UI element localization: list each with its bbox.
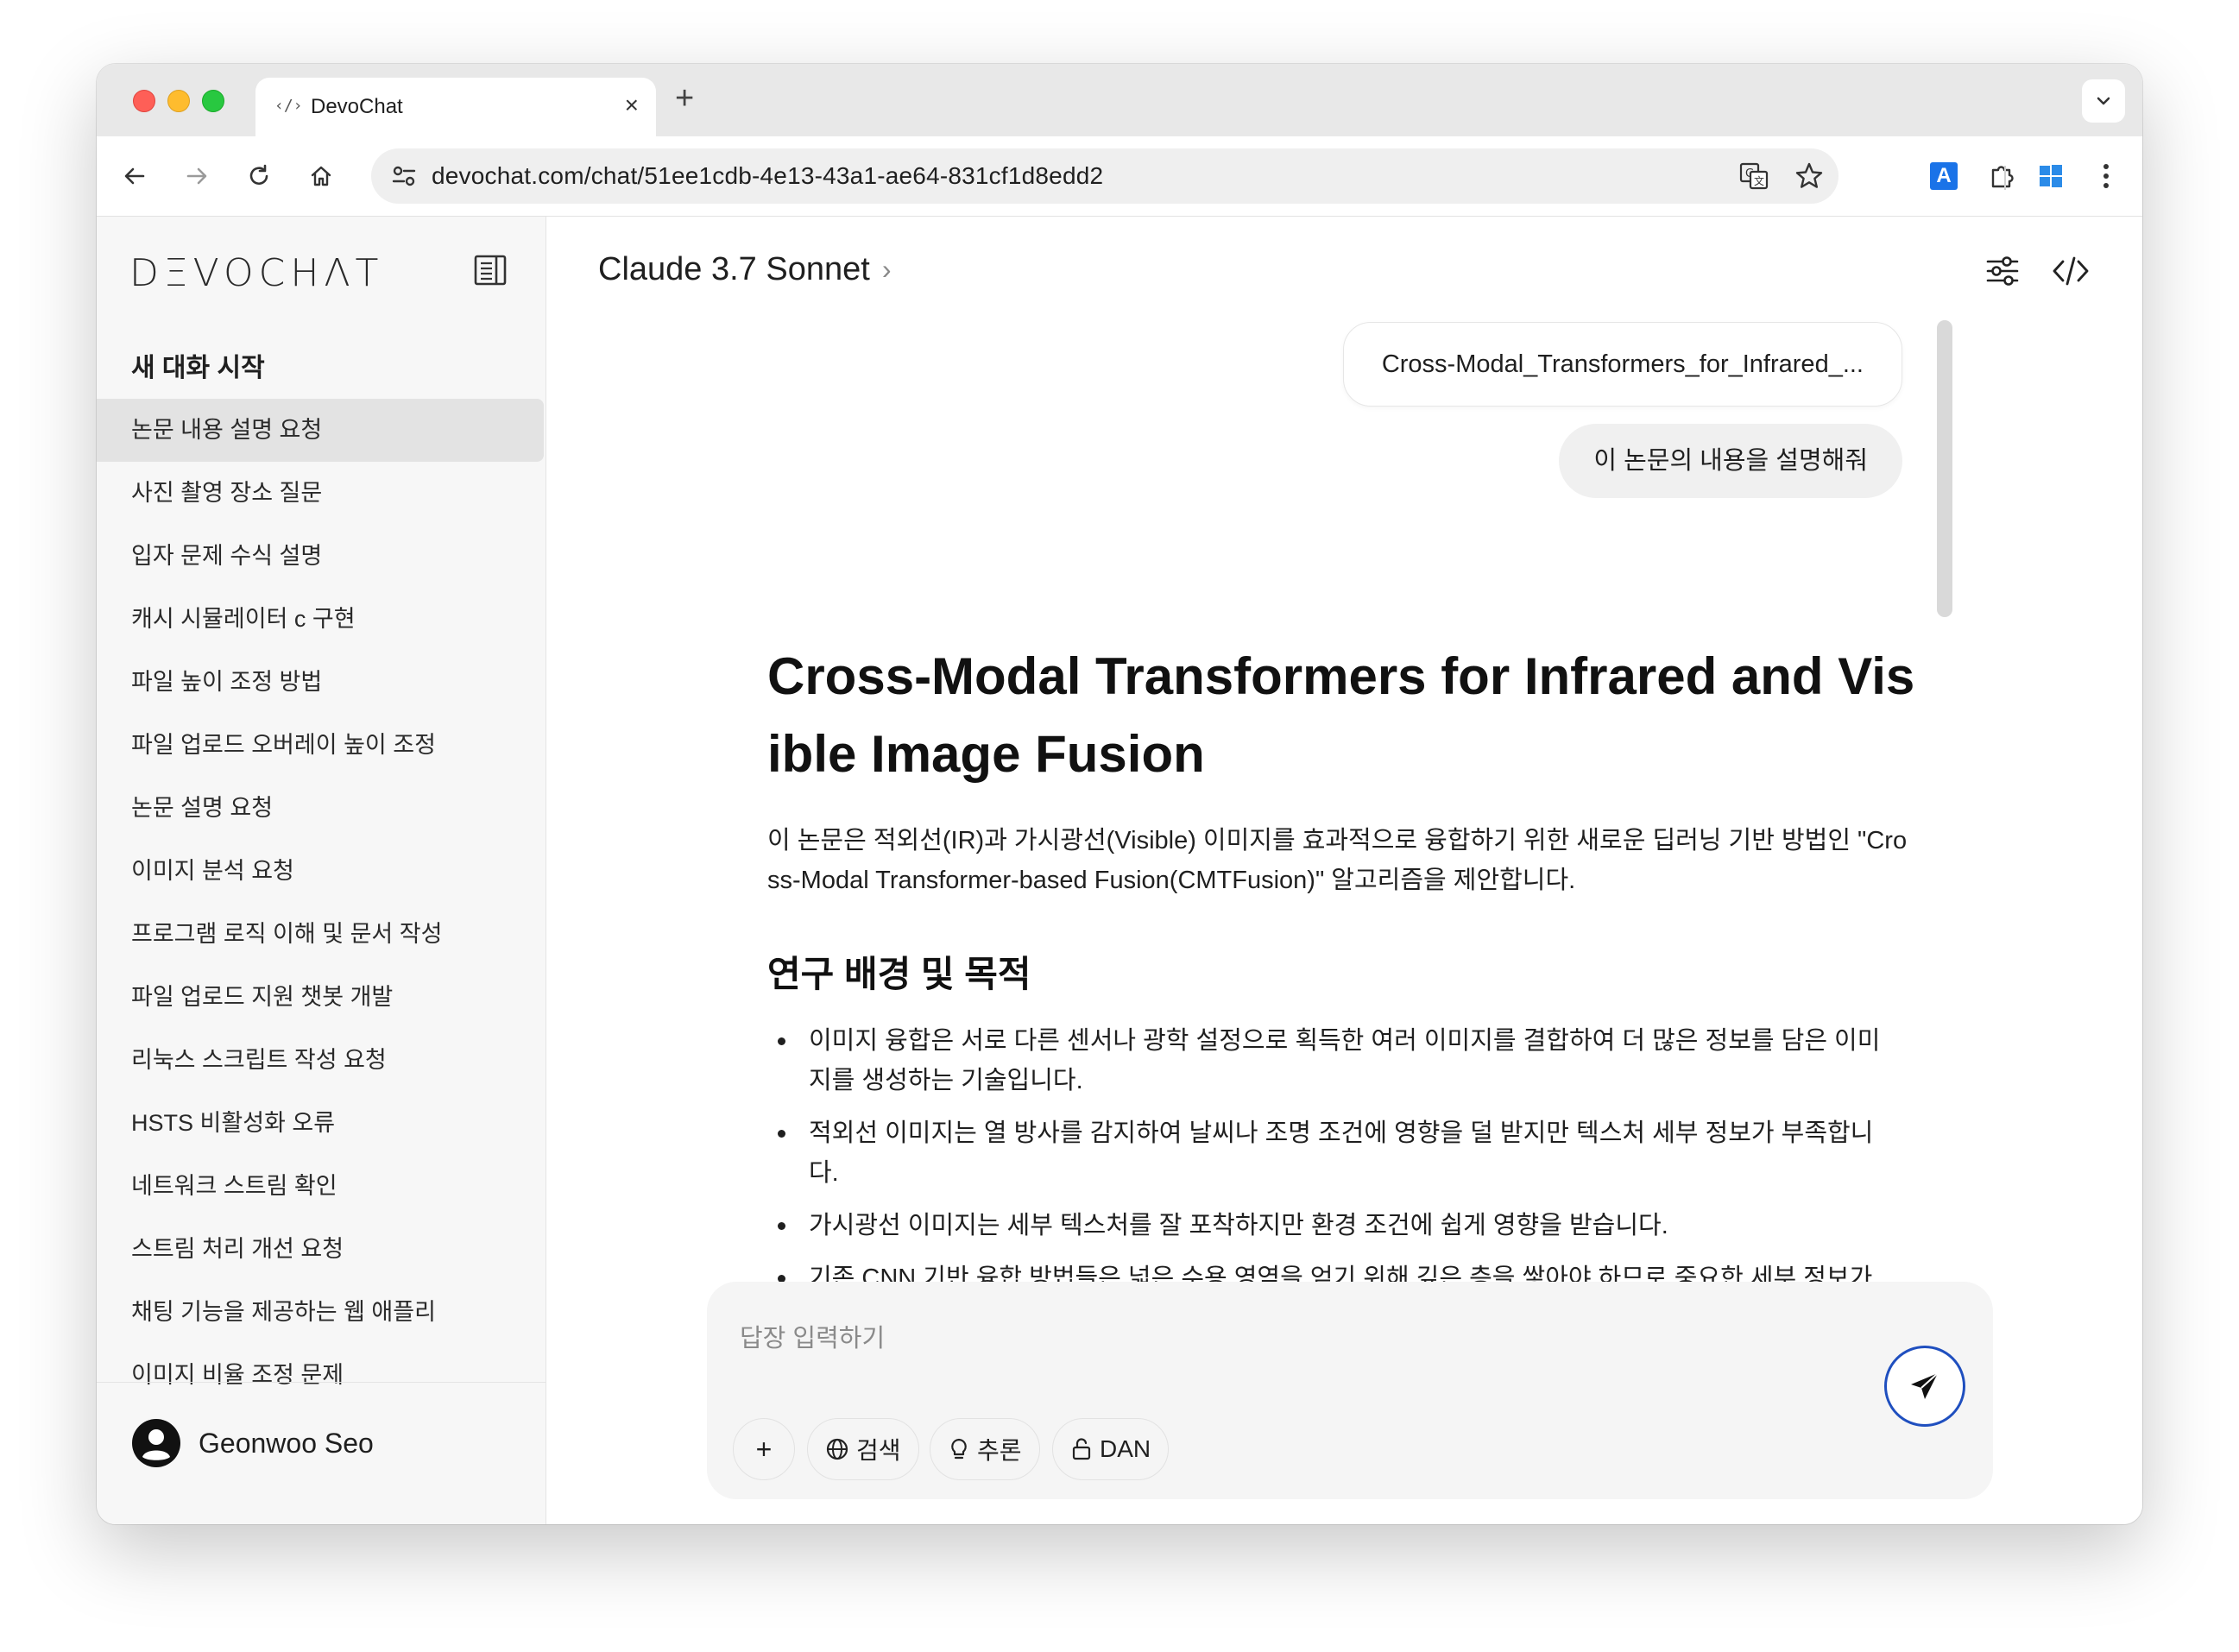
site-settings-icon[interactable] (388, 161, 419, 192)
chat-history-item[interactable]: 네트워크 스트림 확인 (97, 1155, 546, 1218)
browser-window: ‹/› DevoChat × + devochat.com/chat/51ee1 (97, 64, 2142, 1524)
arrow-left-icon (124, 167, 145, 185)
windows-extension-button[interactable] (2030, 155, 2072, 197)
sidebar-toggle-icon[interactable] (473, 253, 508, 287)
user-avatar-icon (132, 1419, 180, 1467)
add-attachment-button[interactable]: + (733, 1418, 795, 1480)
code-favicon-icon: ‹/› (274, 97, 303, 115)
translate-icon[interactable]: G 文 (1738, 161, 1769, 192)
tab-title: DevoChat (311, 95, 403, 118)
globe-icon (826, 1438, 848, 1460)
url-text: devochat.com/chat/51ee1cdb-4e13-43a1-ae6… (432, 162, 1104, 189)
dan-label: DAN (1100, 1435, 1151, 1462)
tab-strip: ‹/› DevoChat × + (97, 64, 2142, 136)
message-composer: 답장 입력하기 + 검색 추론 DAN (707, 1282, 1993, 1499)
chat-history-item[interactable]: 입자 문제 수식 설명 (97, 525, 546, 588)
back-button[interactable] (114, 155, 155, 197)
response-intro: 이 논문은 적외선(IR)과 가시광선(Visible) 이미지를 효과적으로 … (767, 827, 1908, 894)
browser-toolbar: devochat.com/chat/51ee1cdb-4e13-43a1-ae6… (97, 136, 2142, 217)
kebab-menu-icon (2103, 164, 2109, 188)
chat-history-item[interactable]: 채팅 기능을 제공하는 웹 애플리 (97, 1281, 546, 1344)
user-name: Geonwoo Seo (199, 1427, 374, 1459)
chat-history-item[interactable]: 파일 높이 조정 방법 (97, 651, 546, 714)
chat-history-item[interactable]: 리눅스 스크립트 작성 요청 (97, 1029, 546, 1092)
sidebar: DΞVOCHΛT 새 대화 시작 논문 내용 설명 요청 사진 촬영 장소 질문… (97, 217, 546, 1524)
bullet-item: 적외선 이미지는 열 방사를 감지하여 날씨나 조명 조건에 영향을 덜 받지만… (767, 1113, 1889, 1193)
search-label: 검색 (856, 1437, 901, 1464)
bullet-item: 기존 CNN 기반 융합 방법들은 넓은 수용 영역을 얻기 위해 깊은 층을 … (767, 1258, 1889, 1282)
chat-history-item[interactable]: 논문 설명 요청 (97, 777, 546, 840)
bullet-item: 이미지 융합은 서로 다른 센서나 광학 설정으로 획득한 여러 이미지를 결합… (767, 1021, 1889, 1100)
translator-extension-button[interactable]: A (1923, 155, 1965, 197)
windows-icon (2040, 165, 2062, 187)
unlock-icon (1072, 1438, 1091, 1460)
chat-history-item[interactable]: 프로그램 로직 이해 및 문서 작성 (97, 903, 546, 966)
chat-history-item[interactable]: 파일 업로드 지원 챗봇 개발 (97, 966, 546, 1029)
send-button[interactable] (1884, 1346, 1965, 1427)
extensions-button[interactable] (1982, 155, 2023, 197)
chat-history-item[interactable]: 논문 내용 설명 요청 (97, 399, 544, 462)
browser-menu-button[interactable] (2085, 155, 2127, 197)
reply-input[interactable]: 답장 입력하기 (740, 1318, 885, 1354)
chat-main: Claude 3.7 Sonnet › Cross-Modal_Transfor… (546, 217, 2142, 1524)
chat-history-item[interactable]: 캐시 시뮬레이터 c 구현 (97, 588, 546, 651)
settings-sliders-icon[interactable] (1984, 253, 2021, 289)
browser-tab-active[interactable]: ‹/› DevoChat × (255, 78, 656, 136)
home-button[interactable] (300, 155, 342, 197)
reasoning-label: 추론 (977, 1437, 1022, 1464)
code-view-icon[interactable] (2052, 253, 2090, 289)
minimize-window-button[interactable] (167, 90, 190, 112)
svg-text:文: 文 (1754, 174, 1764, 187)
dan-toggle-button[interactable]: DAN (1052, 1418, 1170, 1480)
tab-search-button[interactable] (2082, 79, 2125, 123)
chat-history-item[interactable]: 이미지 비율 조정 문제 (97, 1344, 546, 1391)
chat-history-item[interactable]: 스트림 처리 개선 요청 (97, 1218, 546, 1281)
tab-close-icon[interactable]: × (625, 91, 639, 119)
puzzle-icon (1991, 166, 2014, 188)
letter-a-extension-icon: A (1930, 162, 1958, 190)
address-bar[interactable]: devochat.com/chat/51ee1cdb-4e13-43a1-ae6… (371, 148, 1839, 204)
devochat-logo[interactable]: DΞVOCHΛT (129, 251, 383, 295)
new-chat-button[interactable]: 새 대화 시작 (131, 346, 265, 384)
chat-history-item[interactable]: HSTS 비활성화 오류 (97, 1092, 546, 1155)
chat-history-item[interactable]: 사진 촬영 장소 질문 (97, 462, 546, 525)
chat-history-list: 논문 내용 설명 요청 사진 촬영 장소 질문 입자 문제 수식 설명 캐시 시… (97, 399, 546, 1391)
new-tab-button[interactable]: + (675, 81, 694, 116)
section-heading: 연구 배경 및 목적 (767, 954, 1031, 994)
chat-history-item[interactable]: 이미지 분석 요청 (97, 840, 546, 903)
reload-button[interactable] (238, 155, 280, 197)
arrow-right-icon (186, 167, 207, 185)
sidebar-divider (97, 1382, 546, 1383)
toolbar-divider (2004, 166, 2006, 190)
response-title: Cross-Modal Transformers for Infrared an… (767, 647, 1915, 783)
bookmark-star-icon[interactable] (1794, 161, 1825, 192)
search-toggle-button[interactable]: 검색 (807, 1418, 919, 1480)
chat-scrollbar[interactable] (1937, 320, 1952, 617)
reasoning-toggle-button[interactable]: 추론 (930, 1418, 1040, 1480)
bullet-list: 이미지 융합은 서로 다른 센서나 광학 설정으로 획득한 여러 이미지를 결합… (767, 1021, 1889, 1282)
maximize-window-button[interactable] (202, 90, 224, 112)
bullet-item: 가시광선 이미지는 세부 텍스처를 잘 포착하지만 환경 조건에 쉽게 영향을 … (767, 1206, 1889, 1245)
home-icon (311, 166, 331, 186)
user-profile[interactable]: Geonwoo Seo (131, 1418, 374, 1468)
lightbulb-icon (951, 1438, 967, 1460)
forward-button[interactable] (176, 155, 218, 197)
paper-plane-icon (1911, 1372, 1939, 1399)
reload-icon (249, 164, 268, 185)
assistant-response: Cross-Modal Transformers for Infrared an… (767, 217, 1915, 1282)
close-window-button[interactable] (133, 90, 155, 112)
chevron-down-icon (2097, 97, 2110, 105)
chat-history-item[interactable]: 파일 업로드 오버레이 높이 조정 (97, 714, 546, 777)
plus-icon: + (755, 1433, 773, 1465)
